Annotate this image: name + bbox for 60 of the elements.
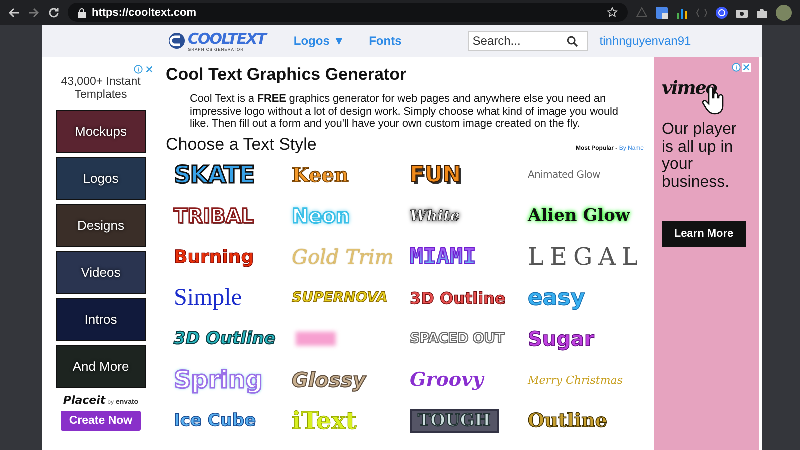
search-input[interactable]: Search... bbox=[472, 34, 563, 48]
text-style-sample[interactable]: Animated Glow bbox=[528, 170, 600, 181]
logo-text[interactable]: COOLTEXT bbox=[188, 30, 266, 48]
template-tile[interactable]: Videos bbox=[56, 251, 146, 294]
username-link[interactable]: tinhnguyenvan91 bbox=[600, 34, 692, 48]
address-bar[interactable]: https://cooltext.com bbox=[68, 3, 628, 22]
nav-link[interactable]: Logos ▼ bbox=[294, 34, 346, 48]
text-style-sample[interactable]: Groovy bbox=[410, 369, 484, 392]
template-tile[interactable]: Intros bbox=[56, 298, 146, 342]
template-tile[interactable]: Logos bbox=[56, 157, 146, 200]
nav-link[interactable]: Fonts bbox=[369, 34, 402, 48]
template-tile[interactable]: Designs bbox=[56, 204, 146, 248]
lock-icon bbox=[78, 8, 86, 18]
text-style-sample[interactable]: Neon bbox=[292, 204, 350, 228]
back-icon[interactable] bbox=[8, 6, 20, 18]
section-title: Choose a Text Style bbox=[166, 134, 317, 155]
brand-logo: Placeit bbox=[63, 394, 106, 408]
text-style-sample[interactable]: SKATE bbox=[174, 161, 254, 190]
info-icon[interactable] bbox=[732, 63, 741, 72]
avatar-icon[interactable] bbox=[776, 4, 792, 20]
text-style-sample[interactable]: Merry Christmas bbox=[528, 374, 623, 387]
text-style-sample[interactable]: Alien Glow bbox=[528, 206, 630, 226]
close-icon[interactable] bbox=[742, 63, 751, 72]
text-style-sample[interactable]: 3D Outline bbox=[174, 329, 276, 350]
chart-icon[interactable] bbox=[676, 6, 688, 18]
ad-message: Our player is all up in your business. bbox=[662, 121, 738, 192]
text-style-sample[interactable]: Simple bbox=[174, 284, 242, 312]
intro-paragraph: Cool Text is a FREE graphics generator for web pages and anywhere else you need an impressive logo without a lot of design work. Simply choose what kind of image you would like. Then fill out a form and you'll have your own custom image created on the fly. bbox=[190, 93, 620, 131]
url-text: https://cooltext.com bbox=[92, 6, 197, 18]
star-icon[interactable] bbox=[607, 7, 618, 18]
text-style-sample[interactable]: Outline bbox=[528, 410, 608, 432]
search-icon[interactable] bbox=[566, 36, 578, 46]
logo-icon bbox=[168, 32, 186, 50]
search-box[interactable]: Search... bbox=[468, 31, 588, 51]
template-tile[interactable]: And More bbox=[56, 345, 146, 388]
text-style-sample[interactable]: Ice Cube bbox=[174, 411, 256, 432]
text-style-sample[interactable]: Glossy bbox=[292, 368, 366, 392]
translate-icon[interactable] bbox=[656, 6, 668, 18]
forward-icon[interactable] bbox=[28, 6, 40, 18]
template-tile[interactable]: Mockups bbox=[56, 110, 146, 154]
text-style-sample[interactable]: Sugar bbox=[528, 327, 594, 352]
text-style-sample[interactable]: Spring bbox=[174, 366, 263, 394]
ad-headline: 43,000+ Instant Templates bbox=[60, 76, 142, 102]
page-title: Cool Text Graphics Generator bbox=[166, 65, 408, 85]
info-icon[interactable] bbox=[134, 65, 143, 74]
close-icon[interactable] bbox=[145, 65, 154, 74]
text-style-sample[interactable]: TOUGH bbox=[410, 409, 499, 434]
text-style-sample[interactable]: SPACED OUT bbox=[410, 331, 504, 348]
brand-logo: vimeo bbox=[662, 78, 718, 99]
text-style-sample[interactable]: TRIBAL bbox=[174, 204, 254, 228]
reload-icon[interactable] bbox=[48, 6, 60, 18]
learn-more-button[interactable]: Learn More bbox=[662, 221, 746, 248]
text-style-sample[interactable]: LEGAL bbox=[528, 243, 644, 272]
text-style-sample[interactable]: easy bbox=[528, 286, 586, 311]
text-style-sample[interactable]: Burning bbox=[174, 246, 254, 268]
text-style-sample[interactable]: Keen bbox=[292, 163, 349, 188]
text-style-sample[interactable]: 3D Outline bbox=[410, 288, 506, 308]
text-style-sample[interactable]: White bbox=[410, 207, 460, 226]
text-style-sample[interactable]: FUN bbox=[410, 162, 462, 188]
create-now-button[interactable]: Create Now bbox=[61, 411, 141, 432]
